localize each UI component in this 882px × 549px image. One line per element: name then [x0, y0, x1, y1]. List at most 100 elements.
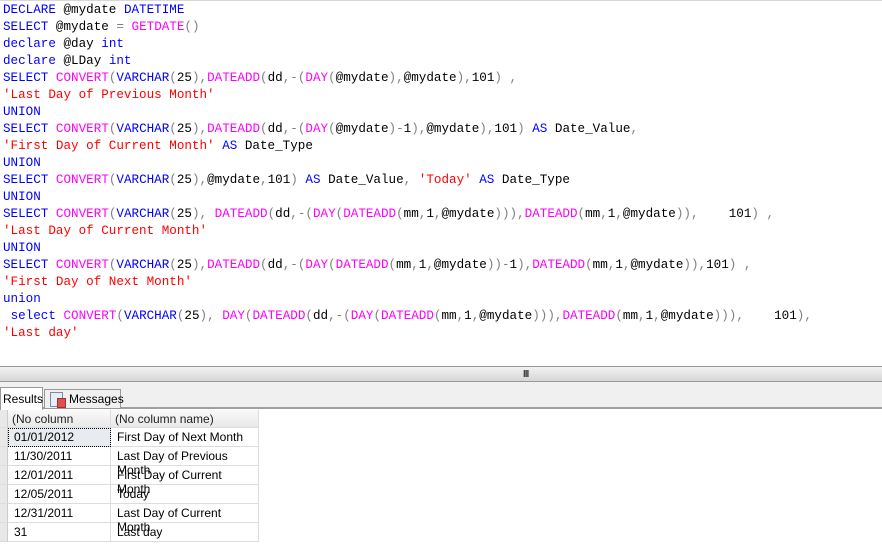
code-token: dd	[275, 207, 291, 221]
code-token: (	[267, 207, 276, 221]
code-token: @mydate	[426, 122, 480, 136]
cell-date-value[interactable]: 31	[8, 523, 111, 542]
cell-date-value[interactable]: 01/01/2012	[8, 428, 111, 447]
row-header-corner[interactable]	[0, 410, 8, 428]
code-token: )))	[532, 309, 555, 323]
code-token: (	[585, 258, 593, 272]
code-token: mm	[585, 207, 601, 221]
code-token: DATETIME	[123, 3, 185, 17]
sql-code[interactable]: DECLARE @mydate DATETIME SELECT @mydate =…	[3, 2, 812, 342]
code-token: AS	[532, 122, 548, 136]
messages-icon	[50, 392, 66, 408]
code-token: 1	[615, 258, 623, 272]
code-token: DATEADD	[562, 309, 616, 323]
code-token: ,-(	[282, 71, 306, 85]
code-token: 1	[464, 309, 472, 323]
code-token: ))	[675, 207, 691, 221]
code-token: 101	[743, 309, 797, 323]
grid-header-row: (No column name) (No column name)	[0, 410, 259, 440]
cell-date-type[interactable]: Last Day of Previous Month	[111, 447, 259, 477]
table-row[interactable]: 12/05/2011 Today	[0, 485, 259, 504]
table-row[interactable]: 31 Last day	[0, 523, 259, 542]
code-token: ,	[426, 258, 434, 272]
table-row[interactable]: 12/31/2011 Last Day of Current Month	[0, 504, 259, 534]
row-header[interactable]	[0, 447, 8, 466]
cell-date-value[interactable]: 11/30/2011	[8, 447, 111, 466]
code-token: GETDATE	[131, 20, 185, 34]
row-header[interactable]	[0, 504, 8, 523]
cell-date-type[interactable]: Last Day of Current Month	[111, 504, 259, 534]
query-editor[interactable]: DECLARE @mydate DATETIME SELECT @mydate =…	[0, 0, 882, 366]
cell-date-value[interactable]: 12/31/2011	[8, 504, 111, 523]
cell-date-value[interactable]: 12/05/2011	[8, 485, 111, 504]
code-token: declare	[3, 37, 56, 51]
code-token: AS	[222, 139, 238, 153]
code-token: ,	[615, 207, 623, 221]
code-token: mm	[592, 258, 608, 272]
code-line: select CONVERT(VARCHAR(25), DAY(DATEADD(…	[3, 308, 812, 325]
code-token: (	[305, 309, 313, 323]
row-header[interactable]	[0, 428, 8, 447]
code-line: DECLARE @mydate DATETIME	[3, 2, 812, 19]
code-token: 101	[471, 71, 495, 85]
code-token: dd	[267, 258, 283, 272]
row-header[interactable]	[0, 485, 8, 504]
cell-date-type[interactable]: First Day of Next Month	[111, 428, 259, 447]
code-token: VARCHAR	[116, 173, 170, 187]
tab-messages[interactable]: Messages	[44, 389, 124, 409]
splitter-grip[interactable]: III	[523, 369, 529, 380]
code-token: Date_Value	[320, 173, 404, 187]
code-token: @mydate	[630, 258, 684, 272]
tab-results[interactable]: Results	[0, 387, 43, 410]
row-header[interactable]	[0, 523, 8, 542]
code-token: (	[260, 258, 268, 272]
code-token: DATEADD	[252, 309, 306, 323]
code-token: ,	[743, 258, 752, 272]
code-token: AS	[305, 173, 321, 187]
code-token: 'Last Day of Current Month'	[3, 224, 208, 238]
code-token: (	[169, 207, 177, 221]
code-token: VARCHAR	[116, 71, 170, 85]
code-token: (	[373, 309, 382, 323]
code-token: int	[101, 37, 124, 51]
code-token: ,-(	[328, 309, 351, 323]
row-header[interactable]	[0, 466, 8, 485]
code-token: ),	[191, 207, 208, 221]
code-token: 25	[176, 71, 192, 85]
table-row[interactable]: 01/01/2012 First Day of Next Month	[0, 428, 259, 447]
code-token: mm	[403, 207, 419, 221]
table-row[interactable]: 12/01/2011 First Day of Current Month	[0, 466, 259, 496]
code-token: (	[260, 71, 268, 85]
code-token: mm	[622, 309, 639, 323]
code-token: DATEADD	[343, 207, 397, 221]
column-header[interactable]: (No column name)	[111, 410, 259, 428]
code-token: (	[169, 173, 177, 187]
code-token: VARCHAR	[116, 258, 170, 272]
code-line: 'Last Day of Current Month'	[3, 223, 812, 240]
code-token: DAY	[305, 258, 329, 272]
cell-date-type[interactable]: Last day	[111, 523, 259, 542]
table-row[interactable]: 11/30/2011 Last Day of Previous Month	[0, 447, 259, 477]
column-header[interactable]: (No column name)	[8, 410, 111, 440]
code-token: declare	[3, 54, 56, 68]
code-token: UNION	[3, 105, 41, 119]
code-line: SELECT CONVERT(VARCHAR(25), DATEADD(dd,-…	[3, 206, 812, 223]
code-token: mm	[441, 309, 457, 323]
code-token: ),	[479, 122, 495, 136]
pane-splitter[interactable]: III	[0, 366, 882, 382]
cell-date-value[interactable]: 12/01/2011	[8, 466, 111, 485]
code-token: )))	[713, 309, 737, 323]
cell-date-type[interactable]: Today	[111, 485, 259, 504]
cell-date-type[interactable]: First Day of Current Month	[111, 466, 259, 496]
code-token: 25	[176, 173, 192, 187]
code-line: 'Last Day of Previous Month'	[3, 87, 812, 104]
code-token: (	[388, 258, 397, 272]
tab-messages-label: Messages	[69, 392, 124, 406]
code-token: ),	[796, 309, 812, 323]
results-grid[interactable]: (No column name) (No column name) 01/01/…	[0, 410, 259, 542]
code-token: mm	[396, 258, 412, 272]
code-token: ,-(	[290, 207, 313, 221]
code-token: 'First Day of Current Month'	[3, 139, 215, 153]
